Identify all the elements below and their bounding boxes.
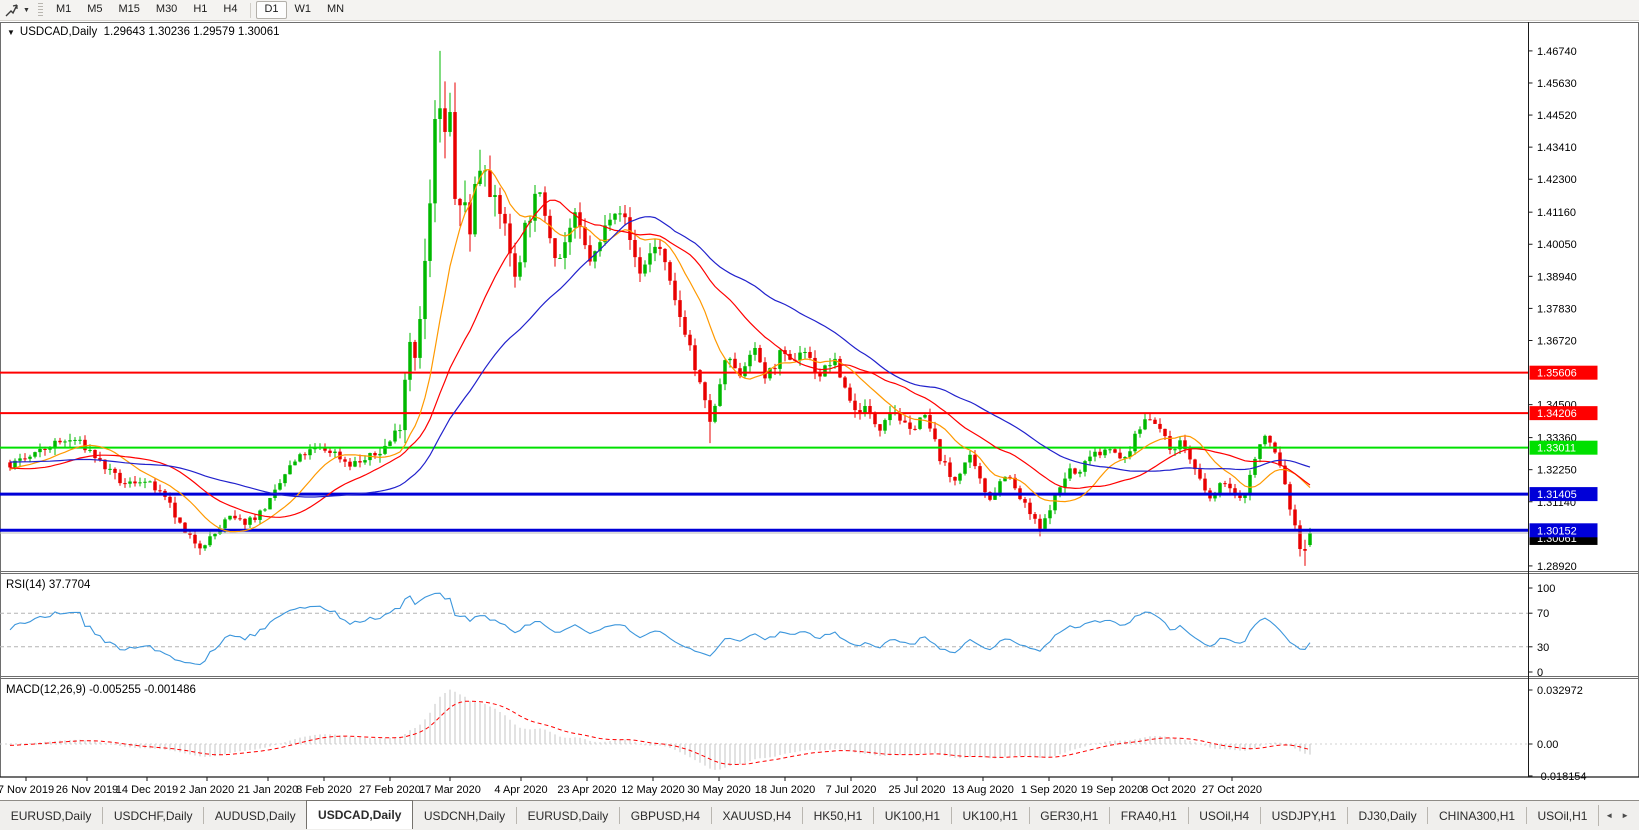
svg-text:8 Feb 2020: 8 Feb 2020 bbox=[296, 784, 352, 796]
timeframe-button-h1[interactable]: H1 bbox=[185, 1, 215, 19]
chart-title-text: USDCAD,Daily 1.29643 1.30236 1.29579 1.3… bbox=[20, 26, 280, 38]
symbol-tab-audusd-daily[interactable]: AUDUSD,Daily bbox=[204, 801, 306, 830]
svg-text:30 May 2020: 30 May 2020 bbox=[687, 784, 751, 796]
symbol-tab-usdcnh-daily[interactable]: USDCNH,Daily bbox=[413, 801, 516, 830]
symbol-tab-uk100-h1[interactable]: UK100,H1 bbox=[952, 801, 1029, 830]
svg-text:0: 0 bbox=[1537, 667, 1543, 679]
svg-text:1.32250: 1.32250 bbox=[1537, 465, 1577, 477]
timeframe-button-m1[interactable]: M1 bbox=[48, 1, 79, 19]
timeframe-button-m15[interactable]: M15 bbox=[111, 1, 148, 19]
symbol-tab-dj30-daily[interactable]: DJ30,Daily bbox=[1348, 801, 1427, 830]
svg-text:4 Apr 2020: 4 Apr 2020 bbox=[494, 784, 547, 796]
timeframe-button-m30[interactable]: M30 bbox=[148, 1, 185, 19]
symbol-tab-usdjpy-h1[interactable]: USDJPY,H1 bbox=[1261, 801, 1347, 830]
symbol-tab-usoil-h1[interactable]: USOil,H1 bbox=[1527, 801, 1598, 830]
chart-collapse-caret-icon[interactable]: ▼ bbox=[7, 28, 15, 37]
svg-text:0.032972: 0.032972 bbox=[1537, 685, 1583, 697]
symbol-tab-eurusd-daily[interactable]: EURUSD,Daily bbox=[0, 801, 102, 830]
svg-text:23 Apr 2020: 23 Apr 2020 bbox=[557, 784, 616, 796]
svg-text:2 Jan 2020: 2 Jan 2020 bbox=[180, 784, 234, 796]
svg-text:1.40050: 1.40050 bbox=[1537, 239, 1577, 251]
svg-text:25 Jul 2020: 25 Jul 2020 bbox=[889, 784, 946, 796]
svg-text:1.31405: 1.31405 bbox=[1537, 489, 1577, 501]
timeframe-buttons: M1M5M15M30H1H4 D1W1MN bbox=[48, 1, 352, 19]
tab-scroll-right-icon[interactable]: ► bbox=[1621, 811, 1629, 820]
svg-text:1.44520: 1.44520 bbox=[1537, 110, 1577, 122]
symbol-tab-hk50-h1[interactable]: HK50,H1 bbox=[803, 801, 873, 830]
svg-text:1.30152: 1.30152 bbox=[1537, 525, 1577, 537]
chart-title: ▼ USDCAD,Daily 1.29643 1.30236 1.29579 1… bbox=[7, 26, 280, 38]
timeframe-button-d1[interactable]: D1 bbox=[256, 1, 286, 19]
svg-text:1.33011: 1.33011 bbox=[1537, 443, 1576, 455]
svg-text:14 Dec 2019: 14 Dec 2019 bbox=[116, 784, 178, 796]
svg-text:100: 100 bbox=[1537, 583, 1555, 595]
rsi-indicator-label: RSI(14) 37.7704 bbox=[6, 579, 90, 591]
symbol-tab-usoil-h4[interactable]: USOil,H4 bbox=[1189, 801, 1260, 830]
svg-text:12 May 2020: 12 May 2020 bbox=[621, 784, 685, 796]
symbol-tab-gbpusd-h4[interactable]: GBPUSD,H4 bbox=[620, 801, 711, 830]
svg-text:70: 70 bbox=[1537, 608, 1549, 620]
svg-text:8 Oct 2020: 8 Oct 2020 bbox=[1142, 784, 1196, 796]
tab-scrollers: ◄► bbox=[1598, 805, 1639, 826]
svg-text:19 Sep 2020: 19 Sep 2020 bbox=[1081, 784, 1143, 796]
svg-text:13 Aug 2020: 13 Aug 2020 bbox=[952, 784, 1014, 796]
svg-text:1.42300: 1.42300 bbox=[1537, 174, 1577, 186]
timeframe-button-m5[interactable]: M5 bbox=[79, 1, 110, 19]
tab-scroll-left-icon[interactable]: ◄ bbox=[1605, 811, 1613, 820]
cursor-tool-icon[interactable] bbox=[3, 2, 19, 18]
svg-text:1.28920: 1.28920 bbox=[1537, 561, 1577, 573]
svg-text:21 Jan 2020: 21 Jan 2020 bbox=[238, 784, 299, 796]
svg-text:18 Jun 2020: 18 Jun 2020 bbox=[755, 784, 816, 796]
trading-terminal-window: ▼ M1M5M15M30H1H4D1W1MN 1.467401.456301.4… bbox=[0, 0, 1639, 830]
symbol-tabbar: EURUSD,DailyUSDCHF,DailyAUDUSD,DailyUSDC… bbox=[0, 800, 1639, 830]
symbol-tab-usdcad-daily[interactable]: USDCAD,Daily bbox=[306, 800, 413, 829]
svg-text:1.41160: 1.41160 bbox=[1537, 207, 1576, 219]
toolbar: ▼ M1M5M15M30H1H4 D1W1MN bbox=[0, 0, 1639, 21]
svg-text:7 Jul 2020: 7 Jul 2020 bbox=[826, 784, 877, 796]
svg-text:7 Nov 2019: 7 Nov 2019 bbox=[0, 784, 54, 796]
macd-indicator-label: MACD(12,26,9) -0.005255 -0.001486 bbox=[6, 684, 196, 696]
tool-dropdown-caret-icon[interactable]: ▼ bbox=[20, 7, 33, 14]
svg-text:1 Sep 2020: 1 Sep 2020 bbox=[1021, 784, 1077, 796]
symbol-tab-xauusd-h4[interactable]: XAUUSD,H4 bbox=[712, 801, 802, 830]
symbol-tab-uk100-h1[interactable]: UK100,H1 bbox=[874, 801, 951, 830]
toolbar-grip-handle[interactable] bbox=[38, 3, 43, 17]
timeframe-button-mn[interactable]: MN bbox=[319, 1, 352, 19]
svg-text:0.00: 0.00 bbox=[1537, 739, 1558, 751]
svg-text:1.37830: 1.37830 bbox=[1537, 303, 1577, 315]
svg-text:1.43410: 1.43410 bbox=[1537, 142, 1577, 154]
svg-text:27 Oct 2020: 27 Oct 2020 bbox=[1202, 784, 1262, 796]
svg-text:30: 30 bbox=[1537, 642, 1549, 654]
svg-text:1.35606: 1.35606 bbox=[1537, 368, 1577, 380]
svg-text:1.36720: 1.36720 bbox=[1537, 335, 1577, 347]
svg-text:26 Nov 2019: 26 Nov 2019 bbox=[56, 784, 118, 796]
svg-text:1.46740: 1.46740 bbox=[1537, 46, 1577, 58]
svg-text:17 Mar 2020: 17 Mar 2020 bbox=[419, 784, 481, 796]
svg-text:27 Feb 2020: 27 Feb 2020 bbox=[359, 784, 421, 796]
panel-frames bbox=[0, 23, 1639, 778]
svg-text:1.45630: 1.45630 bbox=[1537, 78, 1577, 90]
date-axis: 7 Nov 201926 Nov 201914 Dec 20192 Jan 20… bbox=[0, 777, 1639, 796]
chart-canvas[interactable]: 1.46740 1.45630 1.44520 1.43410 1.42300 1.411… bbox=[0, 21, 1639, 800]
symbol-tab-china300-h1[interactable]: CHINA300,H1 bbox=[1428, 801, 1525, 830]
symbol-tab-usdchf-daily[interactable]: USDCHF,Daily bbox=[103, 801, 203, 830]
toolbar-divider bbox=[250, 3, 251, 18]
svg-text:1.34206: 1.34206 bbox=[1537, 408, 1577, 420]
timeframe-button-h4[interactable]: H4 bbox=[215, 1, 245, 19]
symbol-tab-fra40-h1[interactable]: FRA40,H1 bbox=[1110, 801, 1187, 830]
symbol-tab-eurusd-daily[interactable]: EURUSD,Daily bbox=[517, 801, 619, 830]
timeframe-button-w1[interactable]: W1 bbox=[287, 1, 320, 19]
symbol-tab-ger30-h1[interactable]: GER30,H1 bbox=[1030, 801, 1109, 830]
svg-text:1.38940: 1.38940 bbox=[1537, 271, 1577, 283]
